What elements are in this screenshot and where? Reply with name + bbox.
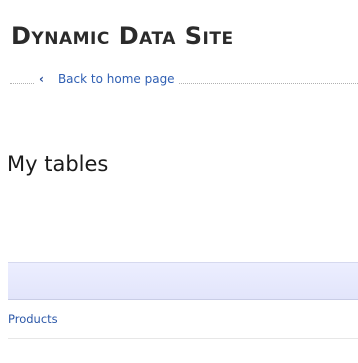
tables-grid: Products	[8, 262, 358, 339]
back-link-row: ‹ Back to home page	[10, 72, 358, 92]
site-title: Dynamic Data Site	[11, 22, 234, 50]
back-to-home-link[interactable]: ‹ Back to home page	[35, 72, 179, 86]
chevron-left-icon: ‹	[39, 72, 44, 86]
table-link-products[interactable]: Products	[8, 312, 58, 326]
back-link-label: Back to home page	[57, 72, 175, 86]
table-header-band	[8, 262, 358, 300]
page-heading: My tables	[7, 152, 109, 176]
table-row: Products	[8, 300, 358, 339]
